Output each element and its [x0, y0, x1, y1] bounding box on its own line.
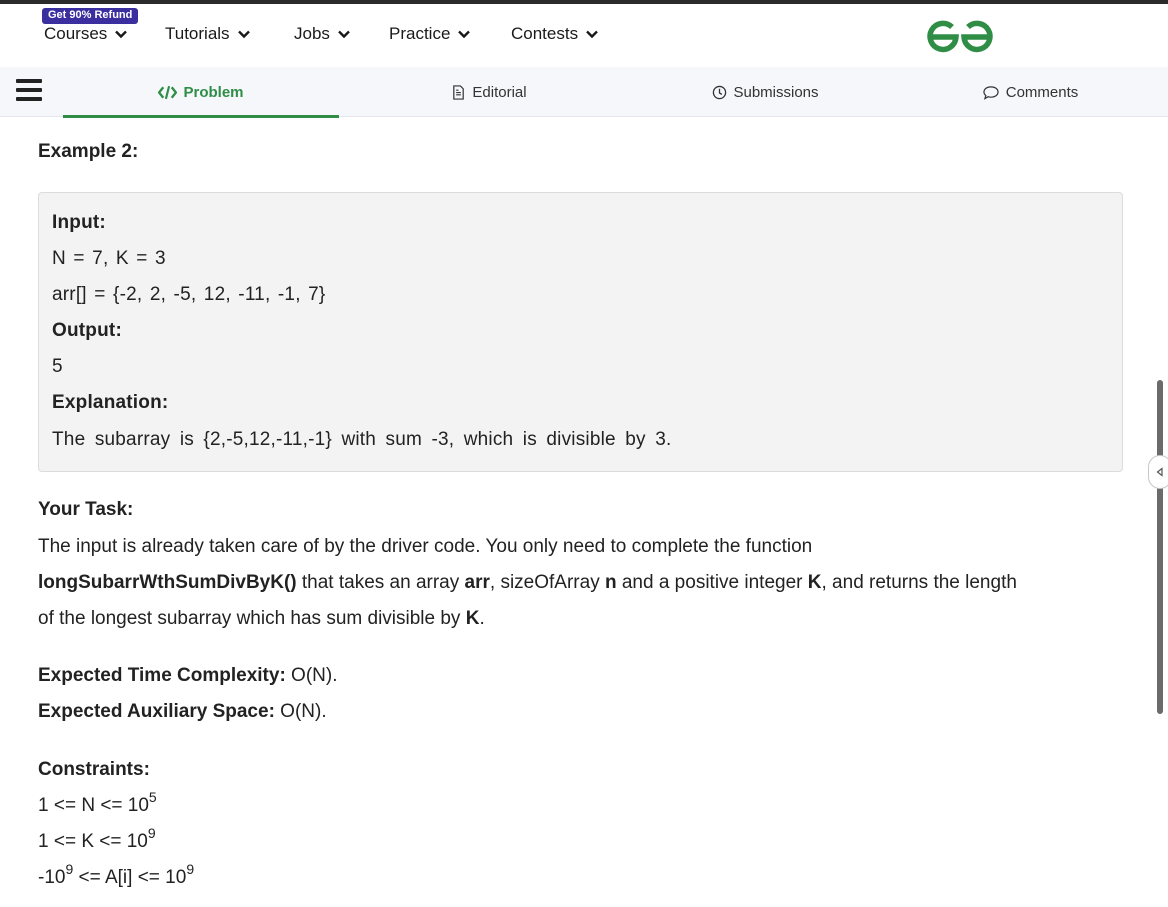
- tab-editorial[interactable]: Editorial: [339, 67, 639, 117]
- collapse-panel-button[interactable]: [1148, 455, 1168, 489]
- task-line-3: of the longest subarray which has sum di…: [38, 608, 485, 629]
- nav-contests-label: Contests: [511, 24, 579, 43]
- nav-practice-label: Practice: [389, 24, 451, 43]
- task-line-2: longSubarrWthSumDivByK() that takes an a…: [38, 572, 1017, 593]
- scrollbar[interactable]: [1157, 380, 1163, 714]
- nav-contests[interactable]: Contests: [511, 24, 599, 44]
- gfg-logo-icon[interactable]: [921, 16, 999, 56]
- chevron-down-icon: [237, 30, 250, 39]
- chevron-down-icon: [586, 30, 598, 39]
- tab-submissions-label: Submissions: [733, 83, 819, 101]
- nav-tutorials-label: Tutorials: [165, 24, 230, 43]
- clock-icon: [713, 85, 727, 99]
- problem-tabbar: Problem Editorial Submissions Comments: [0, 67, 1168, 118]
- constraint-k: 1 <= K <= 109: [38, 825, 156, 852]
- constraint-a: -109 <= A[i] <= 109: [38, 861, 195, 888]
- code-icon: [158, 85, 178, 99]
- top-navbar: Get 90% Refund Courses Tutorials Jobs Pr…: [0, 4, 1168, 67]
- chevron-down-icon: [458, 30, 471, 39]
- task-line-1: The input is already taken care of by th…: [38, 536, 813, 557]
- chevron-down-icon: [338, 30, 350, 39]
- example-box: Input: N = 7, K = 3 arr[] = {-2, 2, -5, …: [38, 192, 1123, 472]
- explanation-text: The subarray is {2,-5,12,-11,-1} with su…: [52, 429, 672, 450]
- input-line-1: N = 7, K = 3: [52, 248, 166, 269]
- example-title: Example 2:: [38, 141, 139, 162]
- tab-comments-label: Comments: [1005, 83, 1079, 101]
- tab-comments[interactable]: Comments: [892, 67, 1168, 117]
- nav-tutorials[interactable]: Tutorials: [165, 24, 251, 44]
- tab-submissions[interactable]: Submissions: [639, 67, 892, 117]
- input-label: Input:: [52, 212, 106, 233]
- nav-courses[interactable]: Courses: [44, 24, 128, 44]
- input-line-2: arr[] = {-2, 2, -5, 12, -11, -1, 7}: [52, 284, 326, 305]
- document-icon: [453, 84, 465, 100]
- constraints-title: Constraints:: [38, 759, 150, 780]
- explanation-label: Explanation:: [52, 392, 169, 413]
- menu-icon[interactable]: [16, 79, 42, 103]
- tab-editorial-label: Editorial: [472, 83, 527, 101]
- constraints-section: Constraints: 1 <= N <= 105 1 <= K <= 109…: [38, 752, 1123, 896]
- nav-jobs-label: Jobs: [294, 24, 330, 43]
- chevron-down-icon: [115, 30, 128, 39]
- time-complexity: Expected Time Complexity: O(N).: [38, 665, 338, 686]
- nav-jobs[interactable]: Jobs: [294, 24, 351, 44]
- nav-practice[interactable]: Practice: [389, 24, 471, 44]
- space-complexity: Expected Auxiliary Space: O(N).: [38, 701, 327, 722]
- constraint-n: 1 <= N <= 105: [38, 789, 157, 816]
- comment-icon: [983, 85, 999, 100]
- output-value: 5: [52, 356, 63, 377]
- caret-left-icon: [1156, 467, 1163, 477]
- task-description: The input is already taken care of by th…: [38, 529, 1123, 637]
- refund-badge[interactable]: Get 90% Refund: [42, 8, 139, 24]
- nav-courses-label: Courses: [44, 24, 108, 43]
- function-name: longSubarrWthSumDivByK(): [38, 572, 297, 593]
- task-title: Your Task:: [38, 499, 134, 520]
- tab-problem[interactable]: Problem: [63, 67, 339, 118]
- complexity-section: Expected Time Complexity: O(N). Expected…: [38, 658, 1123, 730]
- tab-problem-label: Problem: [183, 83, 244, 101]
- output-label: Output:: [52, 320, 122, 341]
